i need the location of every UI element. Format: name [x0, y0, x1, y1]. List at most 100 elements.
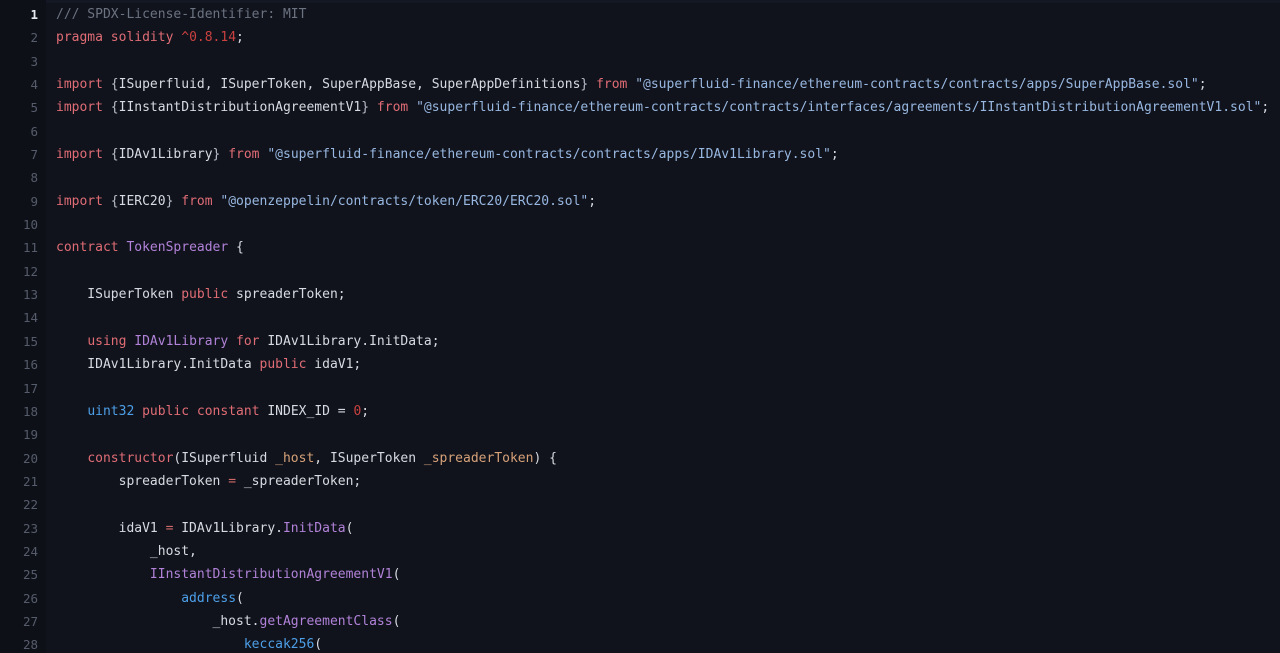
token: "@superfluid-finance/ethereum-contracts/… [635, 77, 1199, 93]
code-line[interactable]: 4 import {ISuperfluid, ISuperToken, Super… [0, 73, 1280, 96]
line-text: import {IInstantDistributionAgreementV1}… [56, 96, 1269, 119]
token: IDAv1Library.InitData; [259, 333, 440, 349]
code-line[interactable]: 25 IInstantDistributionAgreementV1( [0, 563, 1280, 586]
line-text: /// SPDX-License-Identifier: MIT [56, 3, 306, 26]
token: , ISuperToken [314, 450, 424, 466]
token: public [259, 357, 307, 373]
token: { [110, 193, 119, 209]
token: ; [1261, 100, 1270, 116]
code-line[interactable]: 13 ISuperToken public spreaderToken; [0, 283, 1280, 306]
token: spreaderToken [56, 473, 229, 489]
token: IDAv1Library [118, 147, 213, 163]
token: ( [392, 613, 401, 629]
token: using [87, 333, 127, 349]
code-line[interactable]: 26 address( [0, 587, 1280, 610]
code-line[interactable]: 12 [0, 260, 1280, 283]
token: IDAv1Library. [173, 520, 283, 536]
token: ) { [533, 450, 557, 466]
token: contract [56, 240, 119, 256]
token: from [228, 147, 260, 163]
line-number: 9 [30, 193, 38, 209]
code-line[interactable]: 11 contract TokenSpreader { [0, 236, 1280, 259]
line-text: uint32 public constant INDEX_ID = 0; [56, 400, 369, 423]
code-line[interactable]: 16 IDAv1Library.InitData public idaV1; [0, 353, 1280, 376]
token: { [228, 240, 244, 256]
line-number: 8 [30, 170, 38, 186]
line-number: 13 [22, 287, 38, 303]
code-line[interactable]: 15 using IDAv1Library for IDAv1Library.I… [0, 330, 1280, 353]
line-number: 19 [22, 427, 38, 443]
token: IDAv1Library.InitData [56, 357, 260, 373]
line-number: 11 [22, 240, 38, 256]
token: _host, [56, 543, 197, 559]
token: constant [196, 403, 260, 419]
code-line[interactable]: 8 [0, 166, 1280, 189]
line-number: 12 [22, 263, 38, 279]
token: ( [345, 520, 354, 536]
token: IDAv1Library [134, 333, 229, 349]
token: idaV1; [306, 357, 362, 373]
token: keccak256 [243, 637, 315, 653]
line-text: contract TokenSpreader { [56, 236, 244, 259]
token: solidity [110, 30, 174, 46]
code-line[interactable]: 17 [0, 377, 1280, 400]
code-line[interactable]: 18 uint32 public constant INDEX_ID = 0; [0, 400, 1280, 423]
token: import [56, 193, 103, 209]
line-number: 17 [22, 380, 38, 396]
code-editor[interactable]: 1 /// SPDX-License-Identifier: MIT 2 pragma… [0, 0, 1280, 653]
code-line[interactable]: 6 [0, 120, 1280, 143]
line-number: 27 [22, 613, 38, 629]
line-text: using IDAv1Library for IDAv1Library.Init… [56, 330, 440, 353]
token: ISuperfluid, ISuperToken, SuperAppBase, … [118, 77, 581, 93]
code-line[interactable]: 28 keccak256( [0, 633, 1280, 653]
token: InitData [282, 520, 346, 536]
code-line[interactable]: 27 _host.getAgreementClass( [0, 610, 1280, 633]
code-line[interactable]: 1 /// SPDX-License-Identifier: MIT [0, 3, 1280, 26]
token: ISuperToken [56, 287, 182, 303]
token: IInstantDistributionAgreementV1 [118, 100, 362, 116]
line-number: 22 [22, 497, 38, 513]
token: IERC20 [118, 193, 166, 209]
code-line[interactable]: 7 import {IDAv1Library} from "@superfluid… [0, 143, 1280, 166]
code-line[interactable]: 2 pragma solidity ^0.8.14; [0, 26, 1280, 49]
token: _host [275, 450, 315, 466]
token: "@superfluid-finance/ethereum-contracts/… [267, 147, 831, 163]
code-line[interactable]: 14 [0, 306, 1280, 329]
code-line[interactable]: 5 import {IInstantDistributionAgreementV1… [0, 96, 1280, 119]
code-line[interactable]: 10 [0, 213, 1280, 236]
line-number: 18 [22, 403, 38, 419]
code-line[interactable]: 24 _host, [0, 540, 1280, 563]
code-line[interactable]: 3 [0, 50, 1280, 73]
line-number: 15 [22, 333, 38, 349]
token: getAgreementClass [259, 613, 393, 629]
code-line[interactable]: 22 [0, 493, 1280, 516]
code-line[interactable]: 9 import {IERC20} from "@openzeppelin/con… [0, 190, 1280, 213]
line-number: 7 [30, 147, 38, 163]
line-text: ISuperToken public spreaderToken; [56, 283, 345, 306]
line-number: 4 [30, 77, 38, 93]
line-number: 25 [22, 567, 38, 583]
token: INDEX_ID = [259, 403, 354, 419]
code-line[interactable]: 19 [0, 423, 1280, 446]
code-line[interactable]: 20 constructor(ISuperfluid _host, ISuper… [0, 447, 1280, 470]
token: public [181, 287, 229, 303]
token: import [56, 100, 103, 116]
token: ( [236, 590, 244, 606]
token: ^0.8.14 [181, 30, 237, 46]
code-content[interactable]: 1 /// SPDX-License-Identifier: MIT 2 pragma… [0, 3, 1280, 653]
token: for [236, 333, 260, 349]
code-line[interactable]: 23 idaV1 = IDAv1Library.InitData( [0, 517, 1280, 540]
token: idaV1 [56, 520, 166, 536]
line-text: spreaderToken = _spreaderToken; [56, 470, 362, 493]
code-line[interactable]: 21 spreaderToken = _spreaderToken; [0, 470, 1280, 493]
